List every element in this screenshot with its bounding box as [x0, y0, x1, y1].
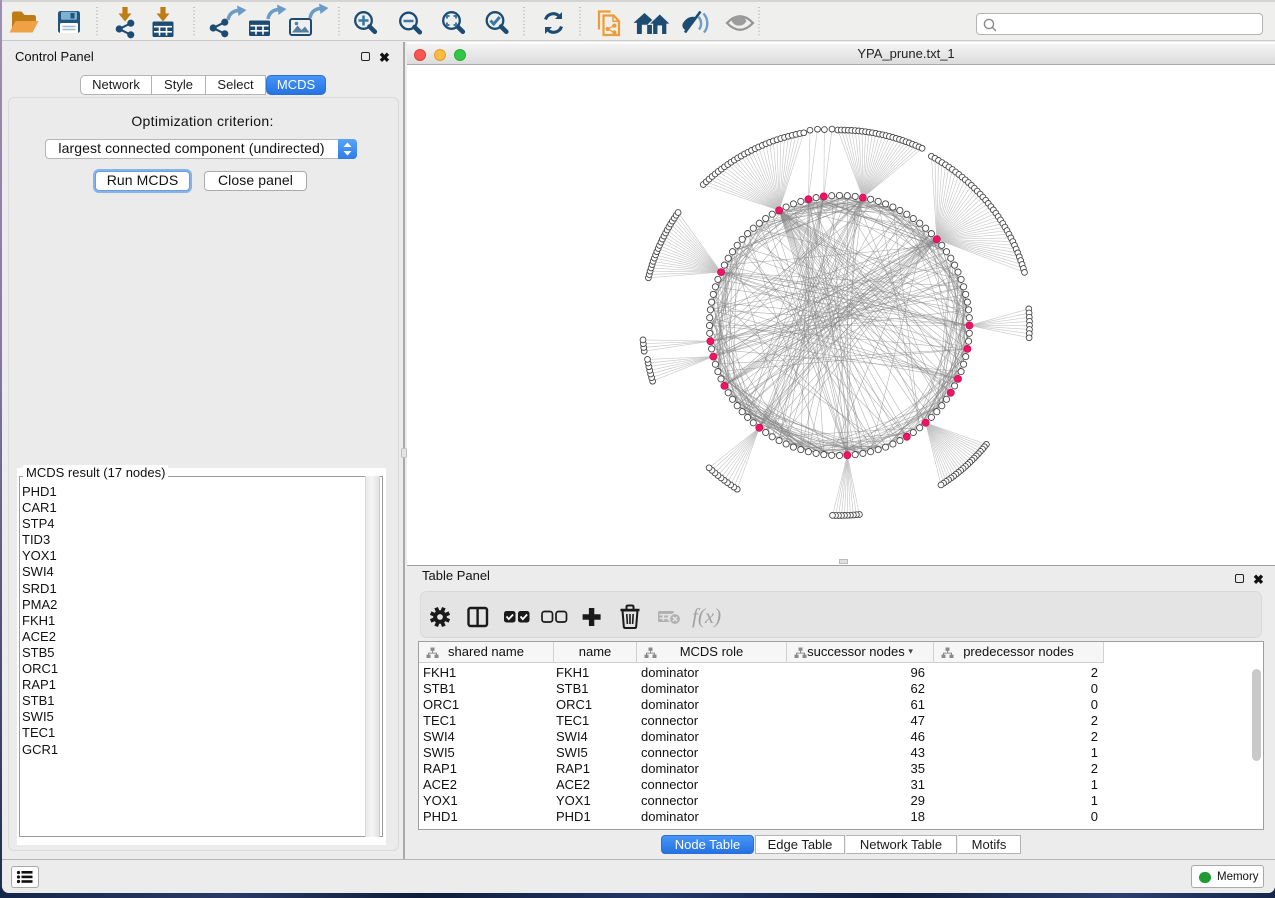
svg-text:f(x): f(x) — [692, 604, 721, 628]
